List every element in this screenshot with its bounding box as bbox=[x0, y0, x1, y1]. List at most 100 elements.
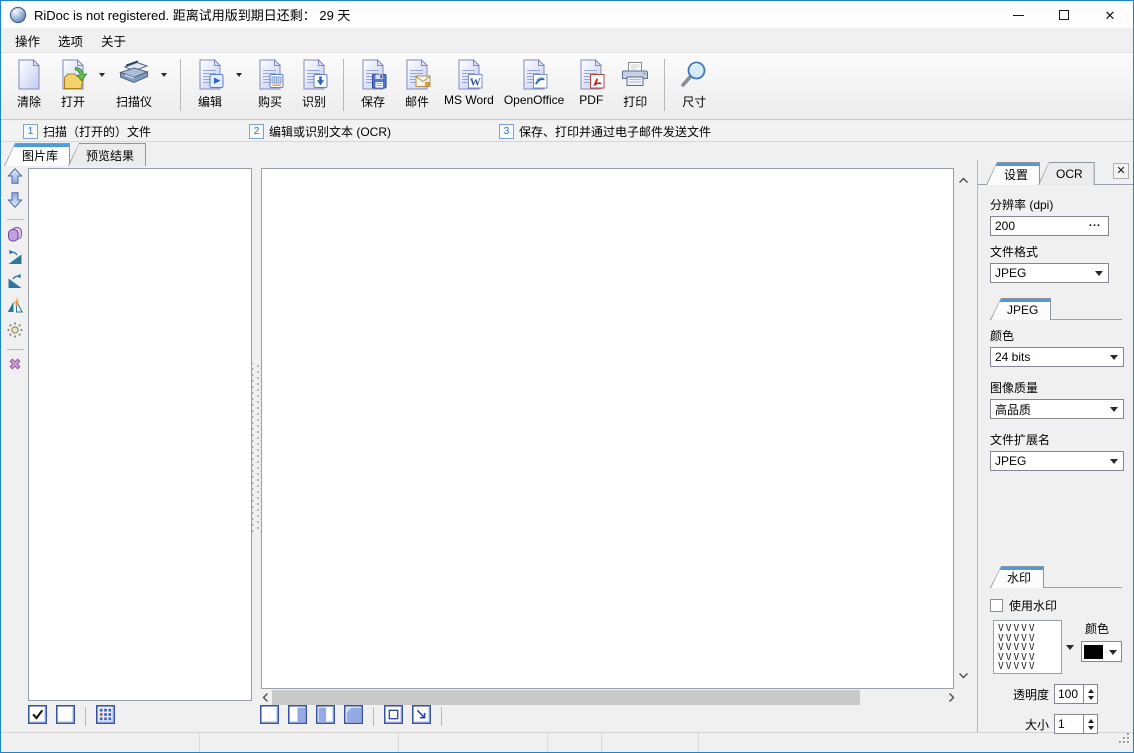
bottom-button-fit-height[interactable] bbox=[315, 704, 336, 727]
size-spinner[interactable]: 1 bbox=[1054, 714, 1098, 734]
bottom-button-thumbnail-grid[interactable] bbox=[95, 704, 116, 727]
settings-tab-设置[interactable]: 设置 bbox=[986, 162, 1041, 185]
ridoc-window: RiDoc is not registered. 距离试用版到期日还剩： 29 … bbox=[0, 0, 1134, 753]
panel-close-icon[interactable]: ✕ bbox=[1113, 163, 1129, 179]
settings-tab-ocr[interactable]: OCR bbox=[1038, 162, 1095, 185]
status-segment bbox=[1, 733, 200, 752]
bottom-button-fit-width[interactable] bbox=[287, 704, 308, 727]
toolbar-button-clear-document[interactable]: 清除 bbox=[7, 56, 51, 112]
spin-up-icon[interactable] bbox=[1087, 688, 1094, 693]
menu-item-1[interactable]: 选项 bbox=[49, 28, 92, 53]
bottom-button-fit-page[interactable] bbox=[259, 704, 280, 727]
tab-watermark[interactable]: 水印 bbox=[990, 566, 1045, 588]
toolbar-group-size: 尺寸 bbox=[672, 56, 716, 112]
app-logo-icon bbox=[9, 6, 27, 24]
resize-grip-icon[interactable] bbox=[1118, 732, 1131, 750]
toolbar-button-buy[interactable]: 购买 bbox=[248, 56, 292, 112]
extension-select[interactable]: JPEG bbox=[990, 451, 1124, 471]
preview-panel[interactable] bbox=[261, 168, 954, 689]
rail-button-copy-page[interactable] bbox=[5, 227, 25, 246]
bottom-button-actual-size[interactable] bbox=[383, 704, 404, 727]
image-library-panel[interactable] bbox=[28, 168, 252, 701]
spinner-arrows[interactable] bbox=[1083, 714, 1098, 734]
toolbar-button-scanner[interactable]: 扫描仪 bbox=[111, 56, 157, 112]
window-title: RiDoc is not registered. 距离试用版到期日还剩： 29 … bbox=[34, 8, 351, 23]
resolution-input[interactable]: 200 ... bbox=[990, 216, 1109, 236]
toolbar-button-openoffice[interactable]: OpenOffice bbox=[499, 56, 569, 109]
toolbar-dropdown-edit-document[interactable] bbox=[232, 58, 246, 92]
minimize-icon[interactable] bbox=[995, 1, 1041, 29]
spin-up-icon[interactable] bbox=[1087, 718, 1094, 723]
toolbar-dropdown-scanner[interactable] bbox=[157, 58, 171, 92]
toolbar-group-scanner: 扫描仪 bbox=[111, 56, 173, 112]
file-format-value: JPEG bbox=[995, 266, 1027, 280]
resolution-more-button[interactable]: ... bbox=[1085, 217, 1105, 235]
toolbar-group-open-file: 打开 bbox=[51, 56, 111, 112]
bottom-button-zoom-selection[interactable] bbox=[411, 704, 432, 730]
watermark-color-label: 颜色 bbox=[1085, 622, 1110, 636]
spinner-arrows[interactable] bbox=[1083, 684, 1098, 704]
watermark-pattern-dropdown[interactable] bbox=[1062, 620, 1077, 674]
zoom-selection-icon bbox=[411, 704, 432, 730]
main-tab-0[interactable]: 图片库 bbox=[4, 143, 71, 166]
splitter-grip[interactable] bbox=[252, 363, 261, 533]
menu-item-2[interactable]: 关于 bbox=[92, 28, 135, 53]
delete-icon bbox=[6, 355, 24, 378]
color-depth-select[interactable]: 24 bits bbox=[990, 347, 1124, 367]
toolbar-button-ocr-recognize[interactable]: 识别 bbox=[292, 56, 336, 112]
vertical-scrollbar[interactable] bbox=[955, 169, 973, 688]
watermark-color-column: 颜色 bbox=[1081, 620, 1122, 674]
chevron-down-icon bbox=[99, 73, 105, 77]
close-icon[interactable]: ✕ bbox=[1087, 1, 1133, 29]
watermark-color-select[interactable] bbox=[1081, 641, 1122, 662]
rail-button-rotate-right[interactable] bbox=[5, 273, 25, 294]
status-segment bbox=[548, 733, 602, 752]
toolbar-button-print[interactable]: 打印 bbox=[613, 56, 657, 112]
rail-button-move-down[interactable] bbox=[5, 192, 25, 212]
bottom-button-select-all[interactable] bbox=[27, 704, 48, 727]
maximize-icon[interactable] bbox=[1041, 1, 1087, 29]
rail-button-flip[interactable] bbox=[5, 298, 25, 318]
scroll-up-icon[interactable] bbox=[958, 171, 969, 189]
toolbar-button-open-file[interactable]: 打开 bbox=[51, 56, 95, 112]
chevron-down-icon bbox=[236, 73, 243, 77]
panel-splitter[interactable] bbox=[252, 168, 261, 701]
spin-down-icon[interactable] bbox=[1087, 695, 1094, 700]
scroll-left-icon[interactable] bbox=[259, 692, 272, 703]
bottom-button-deselect-all[interactable] bbox=[55, 704, 76, 730]
main-tab-1[interactable]: 预览结果 bbox=[68, 143, 147, 166]
status-bar bbox=[1, 732, 1133, 752]
toolbar-group-email: 邮件 bbox=[395, 56, 439, 112]
toolbar-group-label-1: 1 扫描（打开的）文件 bbox=[23, 123, 151, 140]
rail-button-move-up[interactable] bbox=[5, 167, 25, 190]
rail-button-delete[interactable] bbox=[5, 357, 25, 376]
extension-label: 文件扩展名 bbox=[990, 433, 1051, 447]
move-up-icon bbox=[6, 167, 24, 190]
toolbar-button-pdf[interactable]: PDF bbox=[569, 56, 613, 109]
rail-button-rotate-left[interactable] bbox=[5, 249, 25, 270]
opacity-spinner[interactable]: 100 bbox=[1054, 684, 1098, 704]
toolbar-button-email[interactable]: 邮件 bbox=[395, 56, 439, 112]
main-tab-row: 图片库 预览结果 bbox=[4, 142, 147, 166]
toolbar-button-save[interactable]: 保存 bbox=[351, 56, 395, 112]
spin-down-icon[interactable] bbox=[1087, 725, 1094, 730]
use-watermark-checkbox[interactable] bbox=[990, 599, 1003, 612]
buy-icon bbox=[253, 58, 287, 92]
toolbar-dropdown-open-file[interactable] bbox=[95, 58, 109, 92]
deselect-all-icon bbox=[55, 704, 76, 730]
scrollbar-track[interactable] bbox=[272, 690, 945, 705]
bottom-button-stretch[interactable] bbox=[343, 704, 364, 727]
opacity-label: 透明度 bbox=[1012, 687, 1049, 702]
toolbar-button-size[interactable]: 尺寸 bbox=[672, 56, 716, 112]
scroll-right-icon[interactable] bbox=[945, 692, 958, 703]
scroll-down-icon[interactable] bbox=[958, 666, 969, 684]
toolbar-button-edit-document[interactable]: 编辑 bbox=[188, 56, 232, 112]
rail-button-brightness[interactable] bbox=[5, 322, 25, 342]
file-format-select[interactable]: JPEG bbox=[990, 263, 1109, 283]
quality-select[interactable]: 高品质 bbox=[990, 399, 1124, 419]
window-controls: ✕ bbox=[995, 1, 1133, 29]
toolbar-button-msword[interactable]: W MS Word bbox=[439, 56, 499, 109]
tab-jpeg[interactable]: JPEG bbox=[990, 298, 1052, 320]
menu-item-0[interactable]: 操作 bbox=[6, 28, 49, 53]
watermark-pattern-preview[interactable]: VVVVV VVVVV VVVVV VVVVV VVVVV bbox=[993, 620, 1063, 674]
